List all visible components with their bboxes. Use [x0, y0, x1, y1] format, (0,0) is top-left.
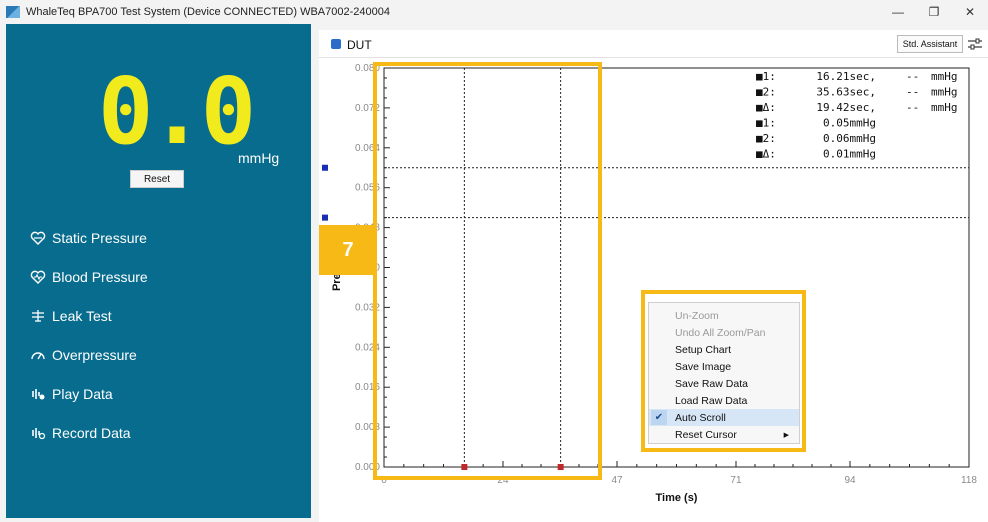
sidebar-item-label: Blood Pressure: [52, 268, 148, 285]
legend-unit: mmHg: [931, 70, 958, 83]
legend-unit: mmHg: [931, 101, 958, 114]
legend-marker: ■1:: [756, 117, 776, 130]
sidebar-nav: Static Pressure Blood Pressure Leak Test…: [30, 218, 148, 452]
sidebar-item-overpressure[interactable]: Overpressure: [30, 335, 148, 374]
legend-dash: --: [906, 101, 919, 114]
legend-unit: mmHg: [931, 86, 958, 99]
step-badge: 7: [319, 225, 377, 275]
legend-marker: ■1:: [756, 70, 776, 83]
legend-value: 0.06mmHg: [823, 132, 876, 145]
title-bar: WhaleTeq BPA700 Test System (Device CONN…: [0, 0, 988, 24]
restore-button[interactable]: ❐: [916, 0, 952, 24]
pressure-readout: 0.0: [98, 58, 256, 165]
gauge-icon: [31, 351, 45, 359]
legend-marker: ■2:: [756, 86, 776, 99]
pressure-cursor-marker[interactable]: [322, 214, 328, 221]
sidebar-item-label: Leak Test: [52, 307, 112, 324]
sidebar-item-blood-pressure[interactable]: Blood Pressure: [30, 257, 148, 296]
sidebar-item-play-data[interactable]: Play Data: [30, 374, 148, 413]
waveform-icon: [32, 388, 45, 399]
x-tick-label: 47: [611, 475, 623, 486]
x-tick-label: 94: [844, 475, 856, 486]
x-axis-title: Time (s): [656, 492, 698, 504]
legend-marker: ■Δ:: [756, 148, 776, 161]
app-logo-icon: [6, 6, 20, 18]
sidebar: 0.0 mmHg Reset Static Pressure Blood Pre…: [6, 24, 311, 518]
legend-value: 19.42sec,: [816, 101, 876, 114]
close-button[interactable]: ✕: [952, 0, 988, 24]
sidebar-item-label: Overpressure: [52, 346, 137, 363]
legend-value: 0.01mmHg: [823, 148, 876, 161]
leak-icon: [32, 309, 44, 322]
sidebar-item-label: Static Pressure: [52, 229, 147, 246]
pressure-unit: mmHg: [238, 150, 280, 166]
legend-dash: --: [906, 70, 919, 83]
reset-button[interactable]: Reset: [130, 170, 184, 188]
heart-pulse-icon: [30, 270, 46, 284]
legend-marker: ■Δ:: [756, 101, 776, 114]
sidebar-item-record-data[interactable]: Record Data: [30, 413, 148, 452]
heart-icon: [30, 231, 46, 245]
minimize-button[interactable]: —: [880, 0, 916, 24]
legend-marker: ■2:: [756, 132, 776, 145]
sidebar-item-static-pressure[interactable]: Static Pressure: [30, 218, 148, 257]
x-tick-label: 118: [961, 475, 977, 486]
sidebar-item-label: Record Data: [52, 424, 131, 441]
legend-value: 35.63sec,: [816, 86, 876, 99]
highlight-box-context-menu: [641, 290, 806, 452]
waveform-record-icon: [32, 427, 46, 439]
legend-dash: --: [906, 86, 919, 99]
window-title: WhaleTeq BPA700 Test System (Device CONN…: [26, 6, 390, 18]
pressure-cursor-marker[interactable]: [322, 164, 328, 171]
sidebar-item-label: Play Data: [52, 385, 113, 402]
x-tick-label: 71: [730, 475, 742, 486]
sidebar-item-leak-test[interactable]: Leak Test: [30, 296, 148, 335]
highlight-box-chart-region: [373, 62, 602, 480]
legend-value: 0.05mmHg: [823, 117, 876, 130]
legend-value: 16.21sec,: [816, 70, 876, 83]
